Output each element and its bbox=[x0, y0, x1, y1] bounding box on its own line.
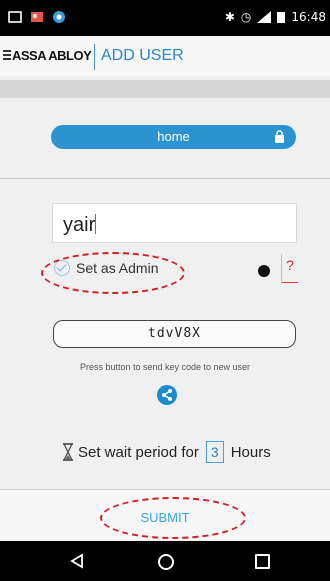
key-code-hint: Press button to send key code to new use… bbox=[79, 362, 251, 372]
annotation-circle-admin bbox=[41, 252, 185, 294]
share-button[interactable] bbox=[157, 385, 177, 405]
user-name-value: yair bbox=[63, 214, 96, 236]
back-icon[interactable] bbox=[70, 553, 84, 569]
signal-icon bbox=[257, 11, 272, 23]
status-bar: ✱ ◷ 16:48 bbox=[0, 0, 330, 36]
hours-input[interactable]: 3 bbox=[205, 441, 224, 463]
page-title: ADD USER bbox=[101, 47, 184, 64]
submit-bar: SUBMIT bbox=[0, 490, 330, 540]
settings-icon bbox=[53, 11, 65, 23]
gallery-icon bbox=[31, 12, 43, 22]
navigation-bar bbox=[0, 541, 330, 581]
brand-logo: ASSA ABLOY bbox=[12, 48, 92, 63]
lock-icon bbox=[275, 130, 284, 143]
annotation-circle-submit bbox=[100, 497, 246, 539]
menu-icon[interactable] bbox=[3, 50, 11, 62]
wait-period-row: Set wait period for 3 Hours bbox=[62, 441, 271, 463]
recents-icon[interactable] bbox=[255, 554, 270, 569]
bluetooth-icon: ✱ bbox=[224, 10, 235, 24]
home-icon[interactable] bbox=[158, 554, 174, 570]
lock-selector[interactable]: home bbox=[51, 125, 296, 149]
divider bbox=[94, 44, 95, 70]
key-code-button[interactable]: tdvV8X bbox=[53, 320, 296, 348]
battery-icon bbox=[277, 12, 286, 23]
help-button[interactable]: ? bbox=[281, 254, 298, 283]
clock: 16:48 bbox=[291, 10, 326, 24]
app-bar: ASSA ABLOY ADD USER bbox=[0, 36, 330, 76]
wait-suffix: Hours bbox=[230, 443, 271, 461]
alarm-icon: ◷ bbox=[240, 10, 252, 24]
header-band bbox=[0, 80, 330, 98]
notification-icon bbox=[8, 11, 22, 23]
text-caret bbox=[95, 214, 97, 234]
info-icon[interactable] bbox=[258, 265, 270, 277]
section-divider bbox=[0, 178, 330, 179]
wait-prefix: Set wait period for bbox=[78, 443, 199, 461]
share-icon bbox=[162, 389, 172, 401]
user-name-input[interactable]: yair bbox=[52, 203, 297, 243]
hourglass-icon bbox=[63, 443, 73, 461]
lock-name: home bbox=[157, 129, 190, 144]
